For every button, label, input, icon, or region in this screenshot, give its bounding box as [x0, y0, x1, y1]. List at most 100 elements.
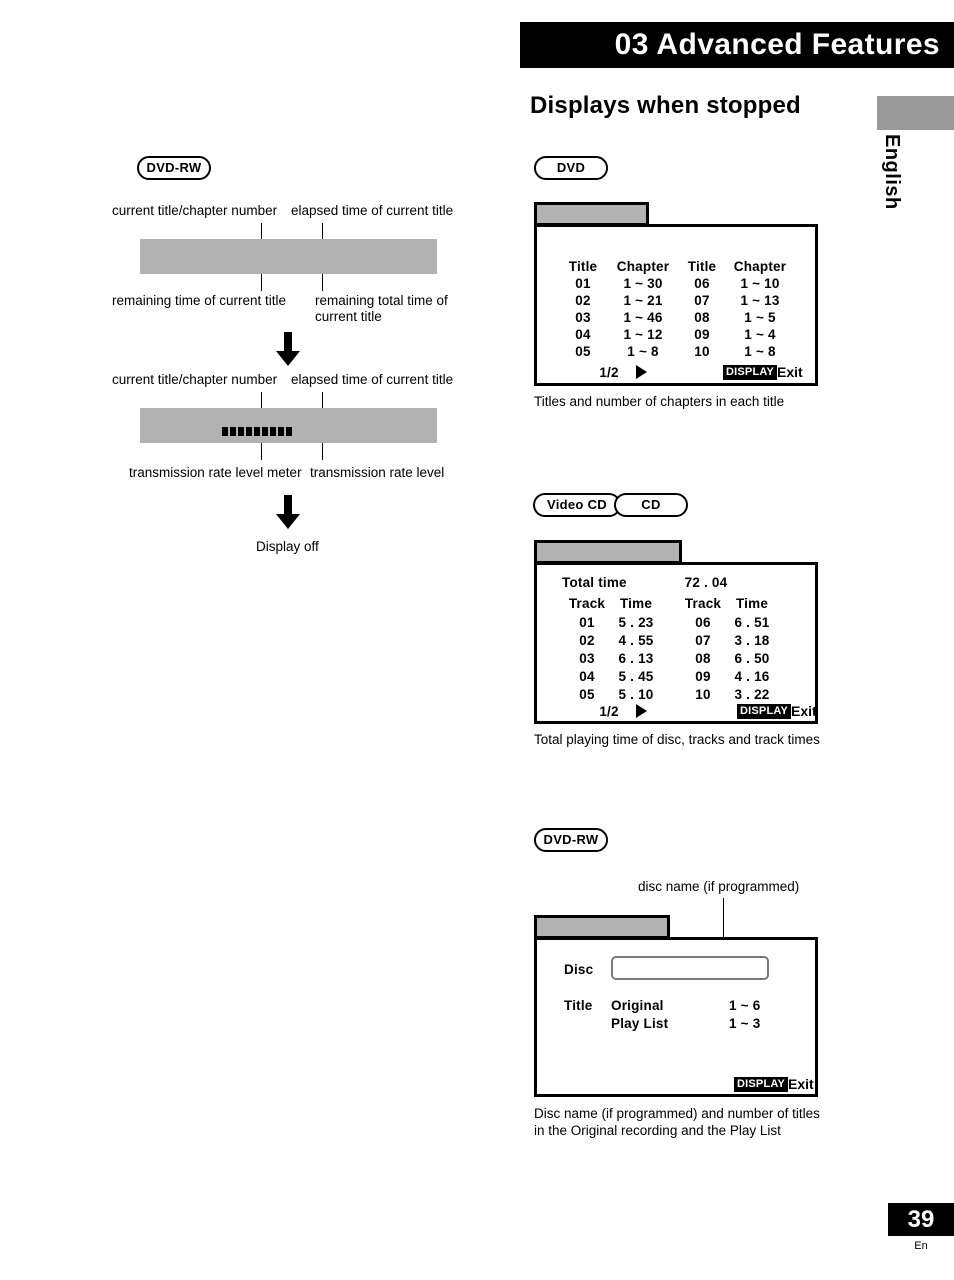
- dvd-header-chapter-2: Chapter: [733, 259, 787, 274]
- language-tab-label: English: [881, 134, 903, 210]
- cd-header-time-2: Time: [735, 596, 769, 611]
- cd-cell: 10: [695, 687, 711, 702]
- leader-line: [261, 392, 262, 409]
- diagram2-label-bottom-right: transmission rate level: [310, 465, 445, 480]
- cd-cell: 01: [579, 615, 595, 630]
- osd-bar-2: [140, 408, 437, 443]
- leader-line: [322, 223, 323, 240]
- diagram2-label-top-right: elapsed time of current title: [291, 372, 454, 387]
- disc-name-input[interactable]: [611, 956, 769, 980]
- dvd-cell: 1 ~ 46: [623, 310, 663, 325]
- meter-segment: [262, 427, 268, 436]
- dvd-cell: 1 ~ 12: [623, 327, 663, 342]
- leader-line: [261, 443, 262, 460]
- cd-header-time-1: Time: [619, 596, 653, 611]
- display-off-label: Display off: [256, 539, 319, 554]
- badge-dvd: DVD: [534, 156, 608, 180]
- dvd-cell: 01: [575, 276, 591, 291]
- diagram1-label-bottom-right-1: remaining total time of: [315, 293, 448, 308]
- exit-label[interactable]: Exit: [777, 364, 803, 380]
- dvd-cell: 07: [694, 293, 710, 308]
- cd-cell: 4 . 55: [618, 633, 654, 648]
- leader-line: [261, 274, 262, 291]
- meter-segment: [222, 427, 228, 436]
- chapter-header: 03 Advanced Features: [520, 22, 954, 68]
- display-button[interactable]: DISPLAY: [737, 704, 792, 719]
- next-page-arrow-icon[interactable]: [636, 704, 647, 718]
- leader-line: [322, 443, 323, 460]
- cd-cell: 06: [695, 615, 711, 630]
- transmission-rate-meter: [222, 427, 292, 436]
- dvd-cell: 09: [694, 327, 710, 342]
- badge-dvd-rw-bottom: DVD-RW: [534, 828, 608, 852]
- leader-line: [322, 274, 323, 291]
- osd-bar-1: [140, 239, 437, 274]
- dvd-cell: 05: [575, 344, 591, 359]
- dvdrw-panel-caption-2: in the Original recording and the Play L…: [534, 1123, 781, 1138]
- next-page-arrow-icon[interactable]: [636, 365, 647, 379]
- down-arrow-icon: [276, 495, 300, 529]
- diagram1-label-top-right: elapsed time of current title: [291, 203, 454, 218]
- dvdrw-panel-caption-1: Disc name (if programmed) and number of …: [534, 1106, 820, 1121]
- cd-cell: 08: [695, 651, 711, 666]
- dvd-cell: 02: [575, 293, 591, 308]
- cd-cell: 03: [579, 651, 595, 666]
- cd-cell: 04: [579, 669, 595, 684]
- language-tab: English: [877, 134, 907, 224]
- cd-cell: 3 . 22: [734, 687, 770, 702]
- cd-cell: 3 . 18: [734, 633, 770, 648]
- meter-segment: [238, 427, 244, 436]
- diagram2-label-bottom-left: transmission rate level meter: [129, 465, 302, 480]
- dvd-cell: 06: [694, 276, 710, 291]
- disc-label: Disc: [564, 962, 594, 977]
- disc-name-callout: disc name (if programmed): [638, 879, 800, 894]
- cd-panel-caption: Total playing time of disc, tracks and t…: [534, 732, 820, 747]
- cd-cell: 05: [579, 687, 595, 702]
- dvd-cell: 10: [694, 344, 710, 359]
- badge-dvd-rw-left: DVD-RW: [137, 156, 211, 180]
- dvd-cell: 1 ~ 4: [744, 327, 776, 342]
- title-label: Title: [564, 998, 593, 1013]
- dvd-panel-tab: [534, 202, 649, 226]
- dvd-cell: 1 ~ 8: [627, 344, 659, 359]
- dvdrw-cell: Original: [611, 998, 664, 1013]
- cd-cell: 09: [695, 669, 711, 684]
- cd-cell: 07: [695, 633, 711, 648]
- cd-cell: 6 . 50: [734, 651, 770, 666]
- dvd-header-title-1: Title: [568, 259, 598, 274]
- cd-total-time-value: 72 . 04: [684, 575, 728, 590]
- dvd-cell: 03: [575, 310, 591, 325]
- dvd-cell: 1 ~ 13: [740, 293, 780, 308]
- page-language-code: En: [914, 1240, 928, 1252]
- meter-segment: [230, 427, 236, 436]
- display-button[interactable]: DISPLAY: [723, 365, 778, 380]
- meter-segment: [246, 427, 252, 436]
- diagram1-label-bottom-right-2: current title: [315, 309, 382, 324]
- meter-segment: [278, 427, 284, 436]
- meter-segment: [254, 427, 260, 436]
- page-number: 39: [888, 1203, 954, 1236]
- cd-cell: 5 . 10: [618, 687, 654, 702]
- dvd-cell: 1 ~ 30: [623, 276, 663, 291]
- dvdrw-cell: Play List: [611, 1016, 669, 1031]
- dvdrw-cell: 1 ~ 3: [729, 1016, 761, 1031]
- page-title: Displays when stopped: [530, 92, 801, 119]
- dvdrw-panel-tab: [534, 915, 670, 939]
- cd-cell: 5 . 45: [618, 669, 654, 684]
- exit-label[interactable]: Exit: [791, 703, 817, 719]
- dvd-cell: 1 ~ 10: [740, 276, 780, 291]
- cd-cell: 6 . 13: [618, 651, 654, 666]
- exit-label[interactable]: Exit: [788, 1076, 814, 1092]
- dvd-panel-caption: Titles and number of chapters in each ti…: [534, 394, 785, 409]
- badge-cd: CD: [614, 493, 688, 517]
- meter-segment: [270, 427, 276, 436]
- manual-page: 03 Advanced Features English Displays wh…: [0, 0, 954, 1280]
- cd-page-indicator: 1/2: [599, 704, 619, 719]
- cd-cell: 4 . 16: [734, 669, 770, 684]
- diagram1-label-top-left: current title/chapter number: [112, 203, 278, 218]
- cd-panel-tab: [534, 540, 682, 564]
- dvd-header-title-2: Title: [687, 259, 717, 274]
- display-button[interactable]: DISPLAY: [734, 1077, 789, 1092]
- down-arrow-icon: [276, 332, 300, 366]
- dvd-cell: 1 ~ 21: [623, 293, 663, 308]
